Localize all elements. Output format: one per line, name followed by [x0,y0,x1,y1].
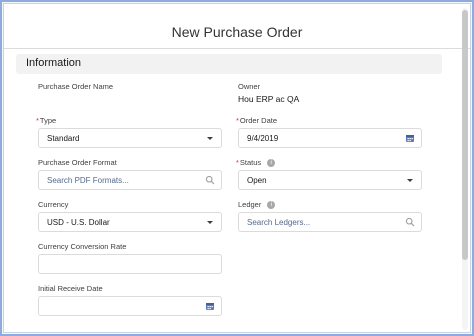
search-icon [205,175,215,185]
purchase-order-format-placeholder: Search PDF Formats... [47,176,129,185]
modal-header: New Purchase Order [4,4,470,49]
purchase-order-name-label: Purchase Order Name [38,82,114,91]
currency-select[interactable]: USD - U.S. Dollar [38,212,222,232]
calendar-icon[interactable] [405,133,415,143]
new-purchase-order-modal: New Purchase Order Information Purchase … [3,3,471,333]
chevron-down-icon [407,179,413,182]
modal-title: New Purchase Order [171,24,303,40]
currency-label: Currency [38,200,69,209]
order-date-input[interactable]: 9/4/2019 [238,128,422,148]
chevron-down-icon [207,137,213,140]
status-select[interactable]: Open [238,170,422,190]
ledger-label: Ledger i [238,200,276,210]
type-label: *Type [36,116,57,125]
vertical-scrollbar[interactable] [462,8,468,330]
type-selected-value: Standard [47,134,80,143]
owner-value[interactable]: Hou ERP ac QA [238,94,299,104]
required-marker: * [236,158,239,167]
purchase-order-format-lookup[interactable]: Search PDF Formats... [38,170,222,190]
status-selected-value: Open [247,176,267,185]
order-date-label: *Order Date [236,116,278,125]
currency-conversion-rate-label: Currency Conversion Rate [38,242,127,251]
type-select[interactable]: Standard [38,128,222,148]
status-label: *Status i [236,158,276,168]
initial-receive-date-input[interactable] [38,296,222,316]
initial-receive-date-label: Initial Receive Date [38,284,103,293]
info-icon[interactable]: i [267,201,276,210]
modal-body: Information Purchase Order Name Owner Ho… [16,52,444,332]
required-marker: * [36,116,39,125]
ledger-placeholder: Search Ledgers... [247,218,311,227]
scrollbar-thumb[interactable] [462,10,468,260]
info-icon[interactable]: i [267,159,276,168]
order-date-value: 9/4/2019 [247,134,279,143]
owner-label: Owner [238,82,261,91]
required-marker: * [236,116,239,125]
ledger-lookup[interactable]: Search Ledgers... [238,212,422,232]
chevron-down-icon [207,221,213,224]
search-icon [405,217,415,227]
calendar-icon[interactable] [205,301,215,311]
section-header-information[interactable]: Information [16,54,442,74]
currency-conversion-rate-input[interactable] [38,254,222,274]
currency-selected-value: USD - U.S. Dollar [47,218,110,227]
purchase-order-format-label: Purchase Order Format [38,158,117,167]
section-title: Information [26,57,82,69]
